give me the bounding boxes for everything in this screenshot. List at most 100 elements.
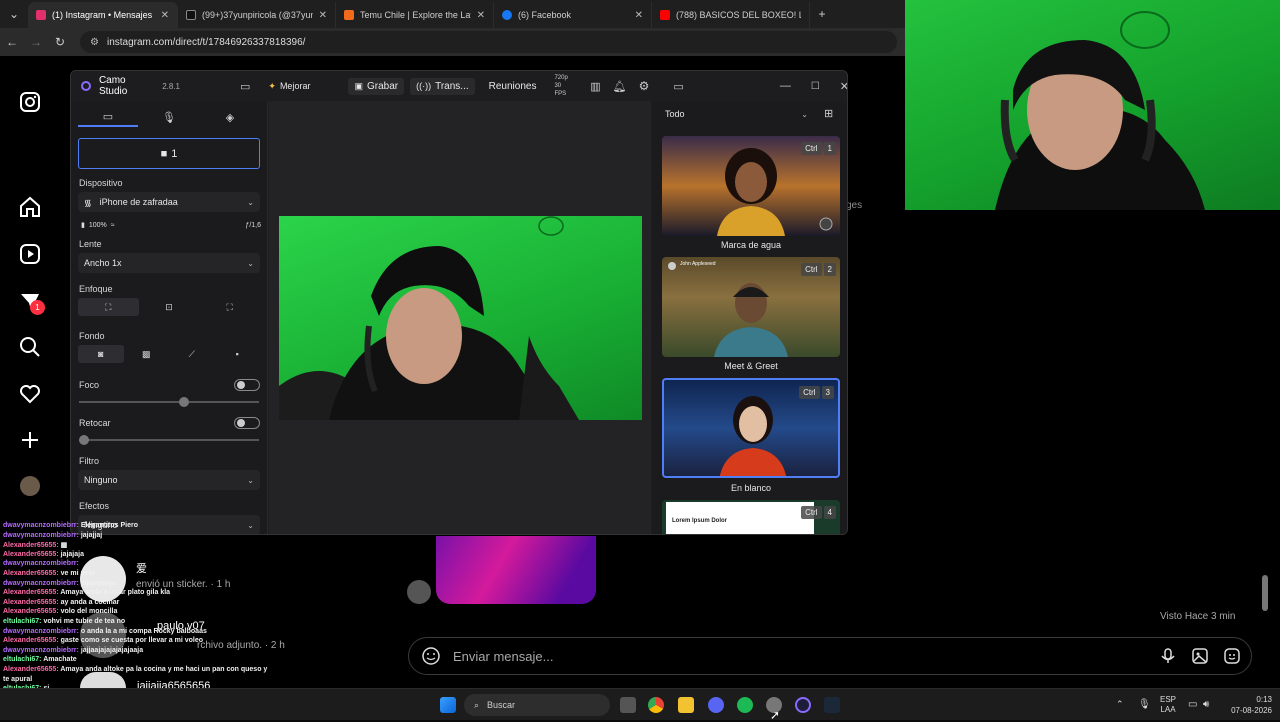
home-icon[interactable] xyxy=(18,195,42,219)
close-icon[interactable]: ✕ xyxy=(635,10,643,21)
overlay-caption: Lorem Ipsum Dolor xyxy=(672,518,728,524)
spotify-icon[interactable] xyxy=(737,697,753,713)
overlay-card-meet-greet[interactable]: John Appleseed Ctrl 2 xyxy=(662,257,840,357)
site-info-icon[interactable]: ⚙ xyxy=(90,37,99,48)
language-indicator[interactable]: ESP LAA xyxy=(1160,695,1176,715)
reels-icon[interactable] xyxy=(18,242,42,266)
overlay-name: En blanco xyxy=(730,483,772,493)
chat-image[interactable] xyxy=(436,536,596,604)
taskbar-search[interactable]: ⌕ Buscar xyxy=(464,694,610,716)
filter-dropdown[interactable]: Ninguno ⌄ xyxy=(78,470,260,490)
meetings-button[interactable]: Reuniones xyxy=(489,81,537,92)
message-composer[interactable]: Enviar mensaje... xyxy=(408,637,1252,675)
volume-icon[interactable]: 🔊︎ xyxy=(1203,699,1209,710)
video-icon: ▭ xyxy=(102,110,114,123)
url-field[interactable]: ⚙ instagram.com/direct/t/178469263378183… xyxy=(80,31,897,53)
back-icon[interactable]: ← xyxy=(0,35,24,49)
heart-icon[interactable] xyxy=(18,382,42,406)
avatar[interactable] xyxy=(407,580,431,604)
record-icon: ▣ xyxy=(354,80,363,91)
task-view-icon[interactable] xyxy=(620,697,636,713)
chevron-up-icon[interactable]: ⌃ xyxy=(1116,699,1124,710)
slider-thumb[interactable] xyxy=(79,435,89,445)
network-icon[interactable]: ▭ xyxy=(1188,699,1197,710)
tab-instagram[interactable]: (1) Instagram • Mensajes ✕ xyxy=(28,2,178,28)
bg-hide-button[interactable]: ⟋ xyxy=(169,345,215,363)
focus-face-button[interactable]: ⊡ xyxy=(139,298,200,316)
tab-layers[interactable]: ◈ xyxy=(200,107,260,127)
message-input[interactable]: Enviar mensaje... xyxy=(453,649,553,664)
layout-icon[interactable]: ▥ xyxy=(590,80,600,93)
bell-icon[interactable]: 🔔︎ xyxy=(613,80,627,93)
bg-none-button[interactable]: ◙ xyxy=(78,345,124,363)
create-icon[interactable] xyxy=(18,428,42,452)
panel-toggle-icon[interactable]: ▭ xyxy=(673,80,683,93)
stream-chat-text: Amachate xyxy=(43,656,77,664)
lens-label: Lente xyxy=(79,239,102,249)
stream-button[interactable]: ((·)) Trans... xyxy=(410,77,475,95)
tab-facebook[interactable]: (6) Facebook ✕ xyxy=(494,2,652,28)
emoji-icon[interactable] xyxy=(421,646,441,666)
close-button[interactable]: ✕ xyxy=(840,80,847,93)
slider-thumb[interactable] xyxy=(179,397,189,407)
discord-icon[interactable] xyxy=(708,697,724,713)
clock[interactable]: 0:13 07-08-2026 xyxy=(1222,694,1272,716)
overlay-filter-dropdown[interactable]: Todo ⌄ xyxy=(659,104,814,124)
maximize-button[interactable]: ☐ xyxy=(811,81,820,92)
enhance-button[interactable]: Mejorar xyxy=(280,81,311,91)
grid-view-icon[interactable]: ⊞ xyxy=(824,107,833,120)
scrollbar[interactable] xyxy=(1262,575,1268,611)
stream-chat-line: Alexander65655: volo del moncilla xyxy=(3,608,117,615)
overlay-card-watermark[interactable]: Ctrl 1 xyxy=(662,136,840,236)
search-icon[interactable] xyxy=(18,335,42,359)
device-dropdown[interactable]: ᯾ iPhone de zafradaa ⌄ xyxy=(78,192,260,212)
profile-avatar[interactable] xyxy=(20,476,40,496)
resolution-badge[interactable]: 720p 30 FPS xyxy=(554,74,574,98)
stream-chat-text: ▦ xyxy=(60,542,68,550)
microphone-icon[interactable] xyxy=(1159,647,1177,665)
microphone-icon: 🎙︎ xyxy=(162,111,176,124)
tab-video[interactable]: ▭ xyxy=(78,107,138,127)
stream-chat-user: Alexander65655: xyxy=(3,550,59,558)
camo-overlays-panel: Todo ⌄ ⊞ Ctrl 1 Marca de agua John Apples… xyxy=(652,101,847,534)
sidebar-toggle-icon[interactable]: ▭ xyxy=(240,80,250,93)
tab-search-icon[interactable]: ⌄ xyxy=(0,7,28,21)
record-button[interactable]: ▣ Grabar xyxy=(348,77,405,95)
foco-slider[interactable] xyxy=(79,397,259,407)
new-tab-button[interactable]: + xyxy=(810,7,834,21)
tab-youtube[interactable]: (788) BASICOS DEL BOXEO! LA xyxy=(652,2,810,28)
retouch-toggle[interactable] xyxy=(234,417,260,429)
sticker-icon[interactable] xyxy=(1223,647,1241,665)
lens-dropdown[interactable]: Ancho 1x ⌄ xyxy=(78,253,260,273)
tab-tiktok[interactable]: (99+)37yunpiricola (@37yunpir ✕ xyxy=(178,2,336,28)
gear-icon[interactable]: ⚙ xyxy=(639,79,650,93)
camo-icon[interactable] xyxy=(795,697,811,713)
camera-selector[interactable]: ■ 1 xyxy=(78,138,260,169)
tab-temu[interactable]: Temu Chile | Explore the Latest ✕ xyxy=(336,2,494,28)
minimize-button[interactable]: — xyxy=(780,80,791,92)
focus-manual-button[interactable]: ⛶ xyxy=(199,298,260,316)
overlay-card-lorem[interactable]: Lorem Ipsum Dolor Ctrl 4 xyxy=(662,500,840,534)
shortcut-badge: Ctrl 1 xyxy=(801,142,836,155)
close-icon[interactable]: ✕ xyxy=(477,10,485,21)
steam-icon[interactable] xyxy=(824,697,840,713)
bg-replace-button[interactable]: ▪ xyxy=(215,345,261,363)
microphone-icon[interactable]: 🎙︎ xyxy=(1138,699,1151,710)
focus-auto-button[interactable]: ⛶ xyxy=(78,298,139,316)
windows-start-icon[interactable] xyxy=(440,697,456,713)
retouch-slider[interactable] xyxy=(79,435,259,445)
bg-blur-button[interactable]: ▩ xyxy=(124,345,170,363)
close-icon[interactable]: ✕ xyxy=(319,10,327,21)
tab-audio[interactable]: 🎙︎ xyxy=(139,107,199,127)
image-icon[interactable] xyxy=(1191,647,1209,665)
foco-toggle[interactable] xyxy=(234,379,260,391)
forward-icon[interactable]: → xyxy=(24,35,48,49)
file-explorer-icon[interactable] xyxy=(678,697,694,713)
chevron-down-icon: ⌄ xyxy=(247,475,254,485)
reload-icon[interactable]: ↻ xyxy=(48,35,72,49)
overlay-card-blank[interactable]: Ctrl 3 xyxy=(662,378,840,478)
instagram-logo-icon[interactable] xyxy=(18,90,42,114)
close-icon[interactable]: ✕ xyxy=(161,10,169,21)
overlay-name: Marca de agua xyxy=(720,240,782,250)
chrome-icon[interactable] xyxy=(648,697,664,713)
